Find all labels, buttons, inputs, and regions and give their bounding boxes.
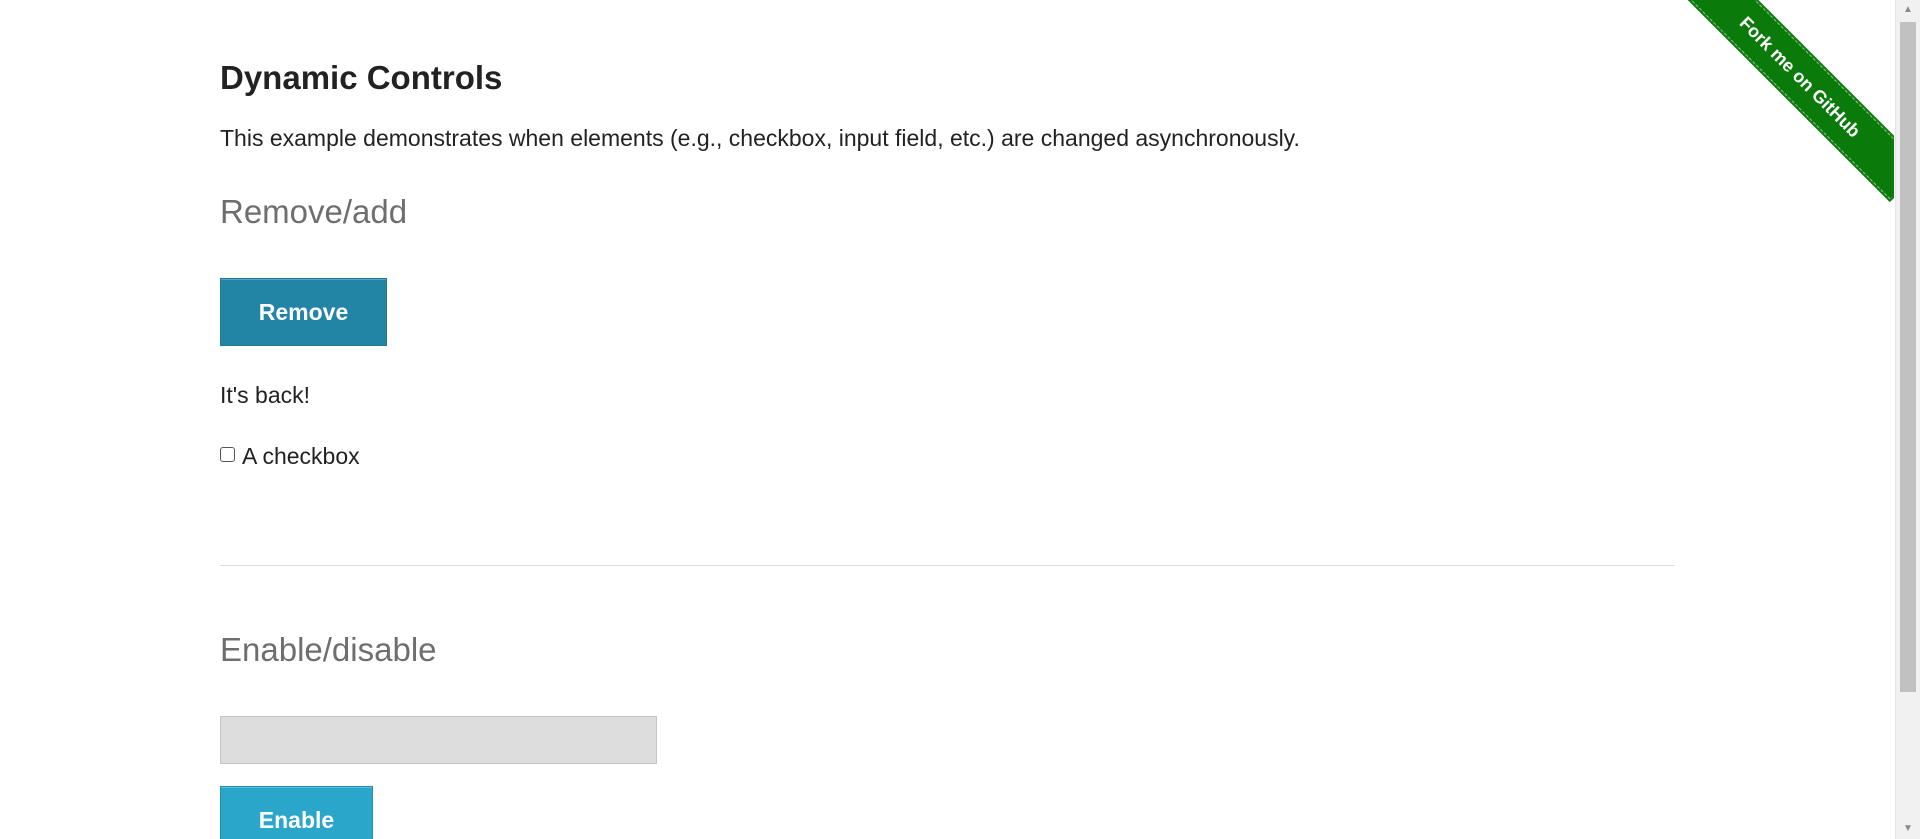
remove-add-heading: Remove/add	[220, 193, 408, 230]
github-ribbon-container: Fork me on GitHub	[1684, 0, 1894, 210]
page: Dynamic Controls This example demonstrat…	[0, 0, 1920, 839]
checkbox-label[interactable]: A checkbox	[242, 440, 360, 472]
section-divider	[220, 565, 1675, 566]
fork-me-ribbon-link[interactable]: Fork me on GitHub	[1684, 0, 1894, 210]
status-message: It's back!	[220, 382, 311, 408]
triangle-down-icon[interactable]: ▼	[1896, 819, 1920, 839]
page-description: This example demonstrates when elements …	[220, 125, 1300, 151]
remove-button[interactable]: Remove	[220, 278, 387, 346]
triangle-up-icon[interactable]: ▲	[1896, 0, 1920, 20]
text-input-disabled[interactable]	[220, 716, 657, 764]
enable-disable-heading: Enable/disable	[220, 631, 437, 668]
vertical-scrollbar[interactable]: ▲ ▼	[1895, 0, 1920, 839]
checkbox-row[interactable]: A checkbox	[220, 440, 360, 472]
checkbox[interactable]	[220, 446, 235, 462]
page-title: Dynamic Controls	[220, 59, 503, 96]
scrollbar-thumb[interactable]	[1900, 22, 1916, 692]
enable-button[interactable]: Enable	[220, 786, 373, 839]
